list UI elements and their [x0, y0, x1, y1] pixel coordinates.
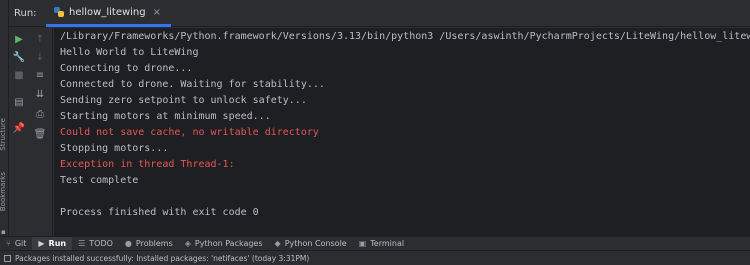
- tab-git-label: Git: [14, 239, 27, 248]
- console-line: Sending zero setpoint to unlock safety..…: [60, 95, 307, 106]
- console-line-error: Could not save cache, no writable direct…: [60, 127, 319, 138]
- console-line: Connecting to drone...: [60, 63, 193, 74]
- tab-run[interactable]: ▶ Run: [32, 236, 73, 251]
- tab-git[interactable]: ⑂ Git: [0, 237, 32, 251]
- console-line-command: /Library/Frameworks/Python.framework/Ver…: [60, 31, 750, 42]
- soft-wrap-icon[interactable]: ≡: [32, 67, 48, 83]
- bookmark-icon: ▪: [1, 228, 6, 236]
- stop-icon[interactable]: ■: [11, 67, 27, 83]
- trash-icon[interactable]: 🗑: [32, 126, 48, 142]
- terminal-icon: ▣: [358, 239, 367, 248]
- run-tool-window-header: Run: hellow_litewing ×: [9, 0, 750, 27]
- console-line: Connected to drone. Waiting for stabilit…: [60, 79, 325, 90]
- tab-problems[interactable]: ● Problems: [119, 237, 179, 251]
- status-message[interactable]: Packages installed successfully: Install…: [15, 254, 309, 263]
- console-line: Hello World to LiteWing: [60, 47, 199, 58]
- run-icon[interactable]: ▶: [11, 31, 27, 47]
- tab-run-label: Run: [48, 239, 67, 248]
- left-tool-stripe: Structure Bookmarks ▪: [0, 0, 9, 236]
- pin-icon[interactable]: 📌: [11, 120, 27, 136]
- close-icon[interactable]: ×: [153, 7, 161, 18]
- tab-problems-label: Problems: [135, 239, 173, 248]
- tab-terminal[interactable]: ▣ Terminal: [353, 237, 410, 251]
- tab-terminal-label: Terminal: [370, 239, 405, 248]
- packages-icon: ◈: [184, 239, 191, 248]
- run-tab-label: hellow_litewing: [69, 6, 146, 18]
- status-window-icon[interactable]: [4, 254, 11, 262]
- print-icon[interactable]: ⎙: [32, 106, 48, 122]
- tab-python-packages-label: Python Packages: [194, 239, 263, 248]
- python-console-icon: ◆: [274, 239, 281, 248]
- bottom-tool-bar: ⑂ Git ▶ Run ☰ TODO ● Problems ◈ Python P…: [0, 236, 750, 251]
- git-branch-icon: ⑂: [6, 239, 11, 248]
- scroll-to-end-icon[interactable]: ⇊: [32, 86, 48, 102]
- status-bar: Packages installed successfully: Install…: [0, 250, 750, 265]
- tab-python-packages[interactable]: ◈ Python Packages: [179, 237, 269, 251]
- console-line-error: Exception in thread Thread-1:: [60, 159, 235, 170]
- console-output[interactable]: /Library/Frameworks/Python.framework/Ver…: [54, 28, 750, 236]
- tab-todo[interactable]: ☰ TODO: [72, 237, 119, 251]
- layout-icon[interactable]: ▤: [11, 94, 27, 110]
- python-file-icon: [54, 7, 64, 17]
- console-line: Starting motors at minimum speed...: [60, 111, 271, 122]
- console-line-exit: Process finished with exit code 0: [60, 207, 259, 218]
- todo-list-icon: ☰: [78, 239, 86, 248]
- run-label: Run:: [14, 8, 37, 19]
- tab-todo-label: TODO: [89, 239, 113, 248]
- scroll-down-icon[interactable]: ↓: [32, 49, 48, 65]
- wrench-icon[interactable]: 🔧: [11, 49, 27, 65]
- scroll-up-icon[interactable]: ↑: [32, 31, 48, 47]
- console-line: Stopping motors...: [60, 143, 169, 154]
- run-tab-hellow-litewing[interactable]: hellow_litewing ×: [46, 0, 172, 27]
- run-icon: ▶: [38, 239, 45, 248]
- tab-python-console-label: Python Console: [284, 239, 347, 248]
- tab-python-console[interactable]: ◆ Python Console: [269, 237, 353, 251]
- run-toolbar: ▶ ↑ 🔧 ↓ ■ ≡ ▤ ⇊ 📌 ⎙ 🗑: [9, 28, 53, 236]
- problems-icon: ●: [124, 239, 132, 248]
- console-line: Test complete: [60, 175, 139, 186]
